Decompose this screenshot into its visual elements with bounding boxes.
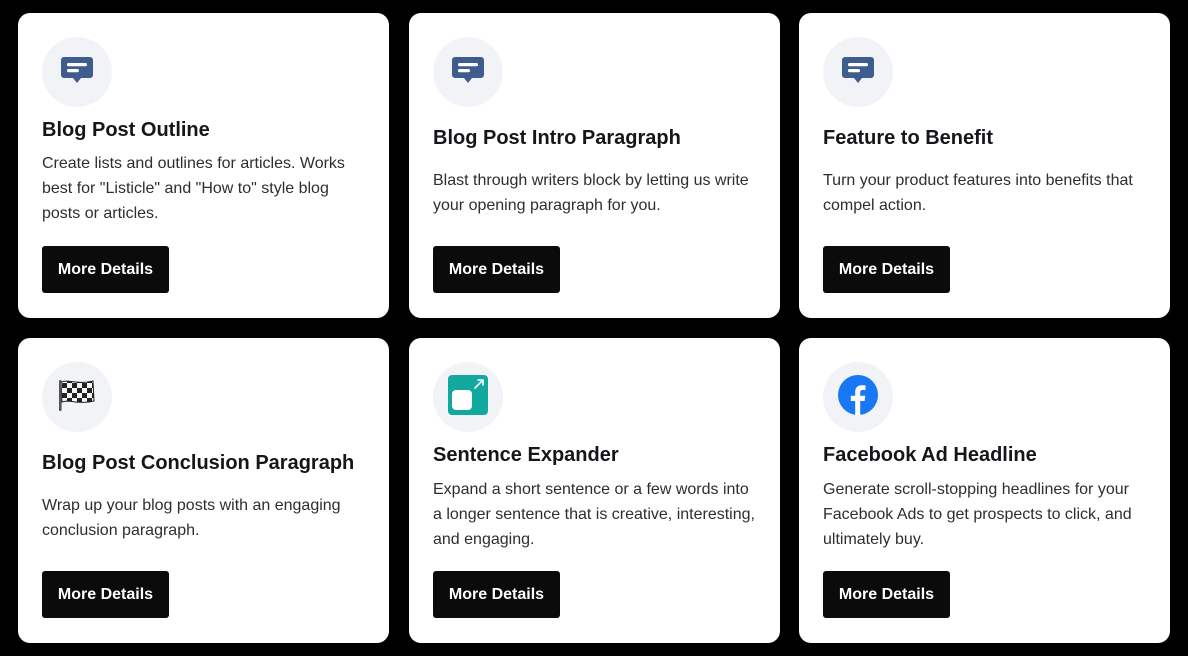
- more-details-button[interactable]: More Details: [823, 246, 950, 293]
- checkered-flag-icon: [57, 378, 97, 417]
- more-details-button[interactable]: More Details: [42, 246, 169, 293]
- card-title: Sentence Expander: [433, 444, 619, 466]
- message-icon: [451, 54, 485, 91]
- card-description: Generate scroll-stopping headlines for y…: [823, 481, 1132, 548]
- card-title: Blog Post Outline: [42, 119, 210, 141]
- card-description: Blast through writers block by letting u…: [433, 172, 749, 214]
- card-sentence-expander: Sentence Expander Expand a short sentenc…: [409, 338, 780, 643]
- card-blog-post-outline: Blog Post Outline Create lists and outli…: [18, 13, 389, 318]
- card-description: Wrap up your blog posts with an engaging…: [42, 497, 341, 539]
- more-details-button[interactable]: More Details: [433, 571, 560, 618]
- card-feature-to-benefit: Feature to Benefit Turn your product fea…: [799, 13, 1170, 318]
- icon-container: [433, 37, 503, 107]
- more-details-button[interactable]: More Details: [42, 571, 169, 618]
- card-title: Facebook Ad Headline: [823, 444, 1037, 466]
- card-facebook-ad-headline: Facebook Ad Headline Generate scroll-sto…: [799, 338, 1170, 643]
- card-description: Create lists and outlines for articles. …: [42, 155, 345, 222]
- card-description: Turn your product features into benefits…: [823, 172, 1133, 214]
- more-details-button[interactable]: More Details: [433, 246, 560, 293]
- card-title: Blog Post Intro Paragraph: [433, 127, 681, 149]
- icon-container: [42, 37, 112, 107]
- icon-container: [823, 362, 893, 432]
- facebook-icon: [838, 374, 878, 420]
- icon-container: [433, 362, 503, 432]
- card-blog-post-intro-paragraph: Blog Post Intro Paragraph Blast through …: [409, 13, 780, 318]
- card-description: Expand a short sentence or a few words i…: [433, 481, 755, 548]
- card-blog-post-conclusion-paragraph: Blog Post Conclusion Paragraph Wrap up y…: [18, 338, 389, 643]
- card-title: Feature to Benefit: [823, 127, 994, 149]
- message-icon: [841, 54, 875, 91]
- more-details-button[interactable]: More Details: [823, 571, 950, 618]
- expand-icon: [448, 374, 488, 420]
- icon-container: [823, 37, 893, 107]
- message-icon: [60, 54, 94, 91]
- card-title: Blog Post Conclusion Paragraph: [42, 452, 355, 474]
- icon-container: [42, 362, 112, 432]
